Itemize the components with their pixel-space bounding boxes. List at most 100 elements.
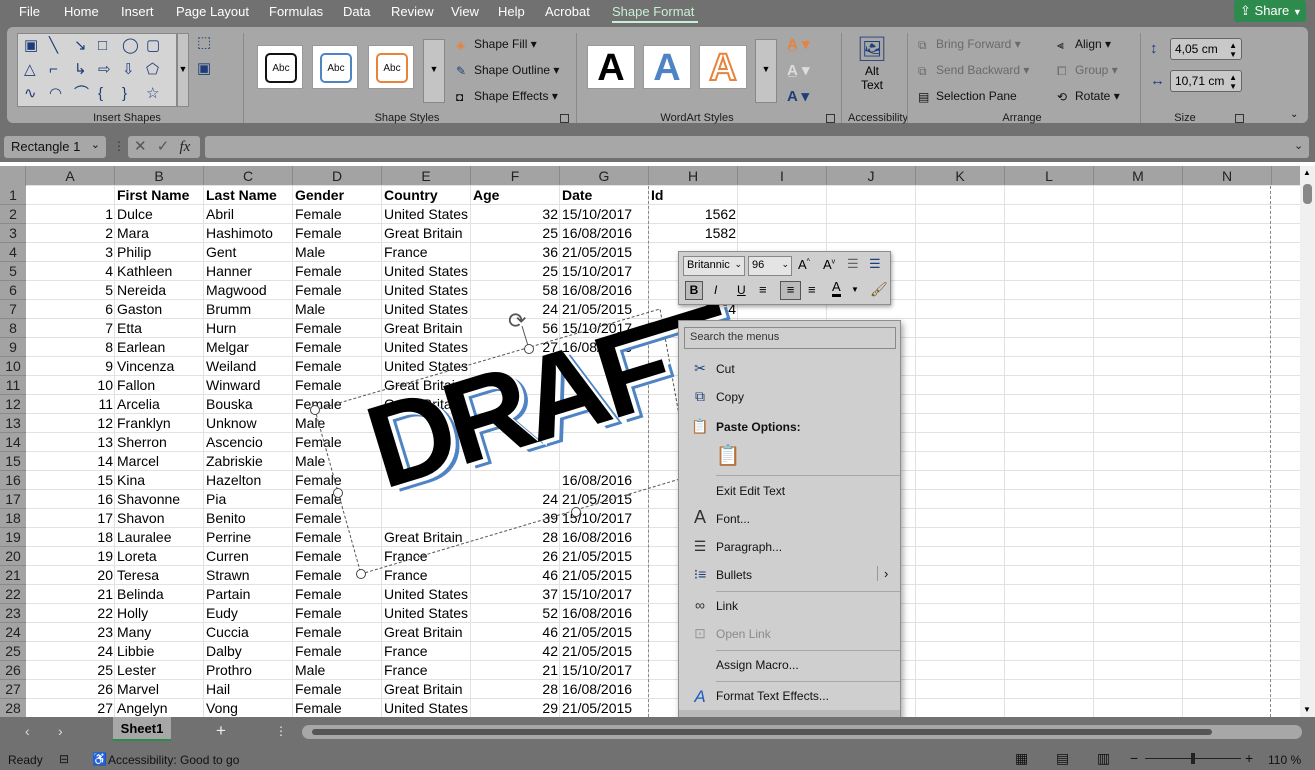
arc-icon[interactable]: ◠ (49, 86, 62, 101)
group-button[interactable]: ⧠ Group ▾ (1057, 63, 1118, 78)
curved-connector-icon[interactable]: ↳ (74, 62, 87, 77)
italic-button[interactable]: I (714, 283, 717, 297)
menu-item-open-link[interactable]: ⊡ Open Link (679, 620, 900, 648)
selection-pane-button[interactable]: ▤ Selection Pane (918, 89, 1017, 104)
spinner-icon[interactable]: ▲ ▼ (1229, 41, 1237, 59)
tab-acrobat[interactable]: Acrobat (545, 4, 590, 19)
align-button[interactable]: ⫷ Align ▾ (1057, 37, 1111, 52)
menu-item-assign-macro[interactable]: Assign Macro... (679, 651, 900, 679)
rotate-handle-icon[interactable]: ⟳ (508, 308, 526, 334)
edit-shape-icon[interactable]: ⬚ (197, 35, 211, 50)
tab-view[interactable]: View (451, 4, 479, 19)
resize-handle[interactable] (333, 488, 343, 498)
tab-formulas[interactable]: Formulas (269, 4, 323, 19)
shape-styles-more-button[interactable]: ▼ (423, 39, 445, 103)
elbow-connector-icon[interactable]: ⌐ (49, 62, 58, 77)
format-painter-icon[interactable]: 🖌 (870, 281, 888, 298)
star-icon[interactable]: ☆ (146, 86, 159, 101)
formula-input[interactable] (205, 136, 1309, 158)
triangle-icon[interactable]: △ (24, 62, 36, 77)
tab-shape-format[interactable]: Shape Format (612, 4, 694, 19)
macro-record-icon[interactable]: ⊟ (59, 752, 69, 766)
accessibility-status[interactable]: Accessibility: Good to go (108, 753, 239, 767)
insert-function-button[interactable]: fx (180, 139, 191, 155)
increase-font-size-icon[interactable]: A^ (798, 257, 810, 272)
arrow-line-icon[interactable]: ↘ (74, 38, 87, 53)
resize-handle[interactable] (571, 507, 581, 517)
shape-style-1[interactable]: Abc (257, 45, 303, 89)
shape-effects-button[interactable]: ◘ Shape Effects ▾ (456, 89, 558, 104)
menu-item-format-text-effects[interactable]: A Format Text Effects... (679, 682, 900, 710)
scroll-thumb[interactable] (1303, 184, 1312, 204)
shape-style-3[interactable]: Abc (368, 45, 414, 89)
more-options-icon[interactable]: ⋮ (275, 724, 287, 738)
wordart-more-button[interactable]: ▼ (755, 39, 777, 103)
vertical-scrollbar[interactable]: ▲ ▼ (1300, 166, 1315, 717)
left-brace-icon[interactable]: { (98, 86, 103, 101)
menu-item-font[interactable]: A Font... (679, 505, 900, 533)
tab-review[interactable]: Review (391, 4, 434, 19)
bold-button[interactable]: B (685, 281, 703, 300)
enter-icon[interactable]: ✓ (157, 138, 170, 155)
normal-view-icon[interactable]: ▦ (1015, 750, 1028, 767)
text-box-icon[interactable]: ▣ (24, 38, 38, 53)
align-center-icon[interactable]: ≡ (780, 281, 801, 300)
menu-item-link[interactable]: ∞ Link (679, 592, 900, 620)
decrease-font-size-icon[interactable]: Av (823, 257, 835, 272)
snip-rectangle-icon[interactable]: ⬠ (146, 62, 159, 77)
menu-item-exit-edit-text[interactable]: Exit Edit Text (679, 477, 900, 505)
line-icon[interactable]: ╲ (49, 38, 58, 53)
rectangle-icon[interactable]: □ (98, 38, 107, 53)
scroll-thumb[interactable] (312, 729, 1212, 735)
menu-item-copy[interactable]: ⧉ Copy (679, 383, 900, 411)
down-arrow-icon[interactable]: ⇩ (122, 62, 135, 77)
menu-item-paragraph[interactable]: ☰ Paragraph... (679, 533, 900, 561)
curve-icon[interactable]: ⌒ (74, 86, 89, 101)
tab-page-layout[interactable]: Page Layout (176, 4, 249, 19)
text-outline-icon[interactable]: A̲ ▾ (787, 61, 810, 79)
menu-item-bullets[interactable]: ⁝≡ Bullets › (679, 561, 900, 589)
oval-icon[interactable]: ◯ (122, 38, 139, 53)
wordart-style-black[interactable]: A (587, 45, 635, 89)
worksheet-grid[interactable]: ABCDEFGHIJKLMN 1 2 3 4 5 6 7 8 9 10 11 12 13 14 15 16 17… (0, 166, 1315, 717)
font-name-dropdown[interactable]: Britannic ⌄ (683, 256, 745, 276)
right-brace-icon[interactable]: } (122, 86, 127, 101)
shape-gallery[interactable]: ▣ ╲ ↘ □ ◯ ▢ △ ⌐ ↳ ⇨ ⇩ ⬠ ∿ ◠ ⌒ { } ☆ (17, 33, 177, 107)
zoom-out-icon[interactable]: − (1130, 750, 1138, 766)
collapse-ribbon-icon[interactable]: ⌄ (1290, 109, 1298, 120)
menu-search-input[interactable]: Search the menus (684, 327, 896, 349)
font-size-dropdown[interactable]: 96 ⌄ (748, 256, 792, 276)
text-fill-icon[interactable]: A̲ ▾ (787, 35, 810, 53)
freeform-icon[interactable]: ∿ (24, 86, 37, 101)
zoom-slider-thumb[interactable] (1191, 753, 1195, 764)
tab-data[interactable]: Data (343, 4, 370, 19)
zoom-level[interactable]: 110 % (1268, 753, 1301, 767)
dialog-launcher-icon[interactable] (560, 114, 569, 123)
tab-help[interactable]: Help (498, 4, 525, 19)
font-color-icon[interactable]: A (832, 280, 841, 297)
menu-item-cut[interactable]: ✂ Cut (679, 355, 900, 383)
decrease-indent-icon[interactable]: ☰ (847, 256, 859, 272)
align-left-icon[interactable]: ≡ (759, 282, 767, 297)
text-effects-icon[interactable]: A ▾ (787, 87, 809, 105)
accessibility-icon[interactable]: ♿ (92, 752, 107, 766)
chevron-down-icon[interactable]: ▼ (851, 285, 859, 294)
add-sheet-button[interactable]: + (216, 721, 226, 741)
bring-forward-button[interactable]: ⧉ Bring Forward ▾ (918, 37, 1021, 52)
next-sheet-icon[interactable]: › (58, 723, 63, 739)
right-arrow-icon[interactable]: ⇨ (98, 62, 111, 77)
tab-file[interactable]: File (19, 4, 40, 19)
expand-formula-bar-icon[interactable]: ⌄ (1294, 139, 1303, 152)
rounded-rectangle-icon[interactable]: ▢ (146, 38, 160, 53)
align-right-icon[interactable]: ≡ (808, 282, 816, 297)
dialog-launcher-icon[interactable] (826, 114, 835, 123)
wordart-style-blue[interactable]: A (643, 45, 691, 89)
scroll-down-icon[interactable]: ▼ (1303, 705, 1311, 714)
sheet-tab-sheet1[interactable]: Sheet1 (113, 717, 171, 741)
shape-outline-button[interactable]: ✎ Shape Outline ▾ (456, 63, 559, 78)
name-box[interactable]: Rectangle 1 ⌄ (4, 136, 106, 158)
rotate-button[interactable]: ⟲ Rotate ▾ (1057, 89, 1120, 104)
page-layout-view-icon[interactable]: ▤ (1056, 750, 1069, 767)
draw-text-box-icon[interactable]: ▣ (197, 61, 211, 76)
share-button[interactable]: ⇪ Share ▼ (1234, 0, 1306, 22)
